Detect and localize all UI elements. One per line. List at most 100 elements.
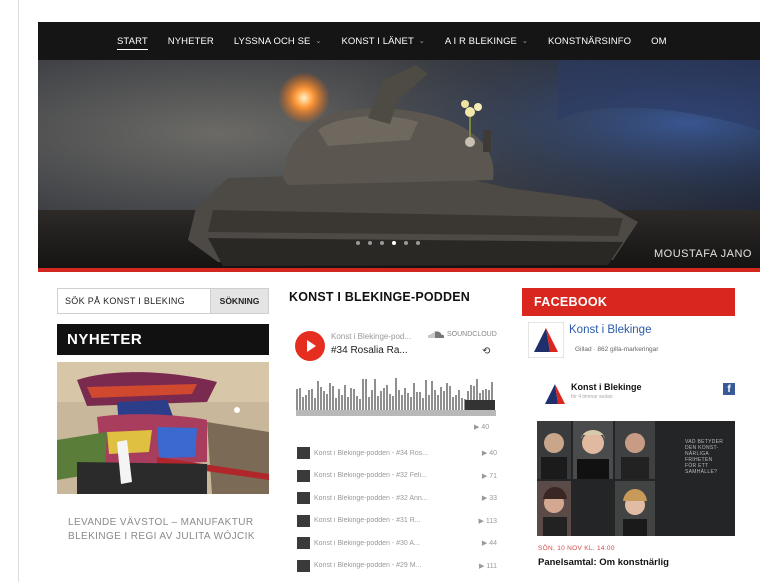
news-image[interactable] (57, 362, 269, 494)
facebook-page-card[interactable]: Konst i Blekinge Gillad · 862 gilla-mark… (528, 322, 735, 365)
news-caption[interactable]: LEVANDE VÄVSTOL – MANUFAKTUR BLEKINGE I … (68, 516, 268, 544)
track-row[interactable]: Konst i Blekinge-podden - #31 R... ▶ 113 (297, 510, 497, 533)
waveform-bar (422, 398, 424, 410)
waveform-time-marker (465, 400, 495, 410)
nav-om-label: OM (651, 35, 667, 47)
track-row[interactable]: Konst i Blekinge-podden - #32 Feli... ▶ 7… (297, 465, 497, 488)
nav-nyheter[interactable]: NYHETER (168, 36, 214, 47)
chevron-down-icon: ⌄ (522, 38, 528, 45)
podcast-heading: KONST I BLEKINGE-PODDEN (289, 290, 470, 304)
nav-konstnarsinfo[interactable]: KONSTNÄRSINFO (548, 36, 631, 47)
waveform-bar (374, 379, 376, 410)
panel-text: VAD BETYDER DEN KONST- NÄRLIGA FRIHETEN … (685, 439, 724, 475)
nav-lyssna-och-se-label: LYSSNA OCH SE (233, 35, 311, 47)
waveform-bar (311, 389, 313, 410)
chevron-down-icon: ⌄ (418, 38, 425, 45)
soundcloud-label: SOUNDCLOUD (447, 331, 497, 338)
event-date: SÖN, 10 NOV KL. 14:00 (538, 545, 615, 552)
nav-konst-i-lanet-label: KONST I LÄNET (341, 35, 414, 47)
track-row[interactable]: Konst i Blekinge-podden - #29 M... ▶ 111 (297, 555, 497, 578)
waveform-bar (350, 388, 352, 410)
weaving-photo (57, 362, 269, 494)
slide-dot-active[interactable] (392, 241, 396, 245)
nav-start-label: START (117, 36, 148, 47)
waveform-bar (362, 379, 364, 410)
track-row[interactable]: Konst i Blekinge-podden - #30 A... ▶ 44 (297, 532, 497, 555)
repost-icon[interactable]: ⟲ (482, 346, 490, 357)
play-button[interactable] (295, 331, 325, 361)
track-list: Konst i Blekinge-podden - #34 Ros... ▶ 40… (297, 442, 497, 577)
waveform-bar (452, 397, 454, 410)
slide-dot[interactable] (404, 241, 408, 245)
track-thumbnail (297, 514, 310, 527)
waveform-bar (353, 389, 355, 410)
waveform-bar (302, 397, 304, 410)
track-name: Konst i Blekinge-podden - #32 Feli... (314, 472, 427, 480)
post-avatar-logo (545, 384, 565, 404)
track-plays: ▶ 113 (478, 517, 498, 525)
track-plays: ▶ 111 (479, 562, 497, 570)
waveform-bar (359, 399, 361, 410)
nav-air-blekinge-label: A I R BLEKINGE (444, 35, 517, 47)
waveform-bar (395, 378, 397, 410)
facebook-liked-count: Gillad · 862 gilla-markeringar (575, 346, 659, 353)
waveform-bar (326, 394, 328, 410)
soundcloud-icon (428, 331, 444, 338)
waveform-bar (425, 380, 427, 410)
waveform-bar (380, 391, 382, 410)
waveform-bar (434, 390, 436, 410)
facebook-heading: FACEBOOK (522, 288, 735, 316)
waveform-bar (416, 392, 418, 410)
waveform-bar (308, 390, 310, 410)
slide-dot[interactable] (380, 241, 384, 245)
event-title[interactable]: Panelsamtal: Om konstnärlig (538, 557, 669, 568)
soundcloud-logo[interactable]: SOUNDCLOUD (428, 331, 497, 338)
waveform-bar (317, 381, 319, 410)
waveform-bar (344, 385, 346, 410)
waveform-bar (431, 381, 433, 410)
player-track-title[interactable]: #34 Rosalia Ra... (331, 345, 408, 356)
post-author[interactable]: Konst i Blekinge (571, 382, 642, 392)
hero-image (38, 60, 760, 270)
chevron-down-icon: ⌄ (315, 38, 322, 45)
waveform-bar (455, 395, 457, 410)
waveform-bar (410, 397, 412, 410)
waveform-bar (365, 379, 367, 410)
nav-konstnarsinfo-label: KONSTNÄRSINFO (547, 35, 632, 47)
waveform-bar (338, 389, 340, 410)
konst-i-blekinge-logo (528, 322, 564, 358)
nav-konst-i-lanet[interactable]: KONST I LÄNET ⌄ (341, 36, 424, 47)
waveform-bar (419, 392, 421, 410)
track-plays: ▶ 71 (481, 472, 497, 480)
track-thumbnail (297, 537, 310, 550)
panel-event-image[interactable]: VAD BETYDER DEN KONST- NÄRLIGA FRIHETEN … (537, 421, 735, 536)
waveform-bar (461, 398, 463, 410)
waveform-bar (449, 386, 451, 410)
page: START NYHETER LYSSNA OCH SE ⌄ KONST I LÄN… (0, 0, 764, 582)
waveform-bar (356, 396, 358, 410)
slide-dot[interactable] (368, 241, 372, 245)
nav-start[interactable]: START (117, 36, 148, 50)
slide-dot[interactable] (416, 241, 420, 245)
page-border (18, 0, 19, 582)
facebook-page-name[interactable]: Konst i Blekinge (569, 324, 651, 336)
waveform-bar (404, 388, 406, 410)
track-thumbnail (297, 492, 310, 505)
search-form: SÖKNING (57, 288, 269, 314)
player-user[interactable]: Konst i Blekinge-pod... (331, 332, 411, 341)
search-button[interactable]: SÖKNING (210, 289, 268, 313)
track-name: Konst i Blekinge-podden - #32 Ann... (314, 494, 428, 502)
search-input[interactable] (58, 296, 210, 306)
nav-om[interactable]: OM (651, 36, 667, 47)
nav-lyssna-och-se[interactable]: LYSSNA OCH SE ⌄ (234, 36, 322, 47)
facebook-icon[interactable]: f (723, 383, 735, 395)
track-row[interactable]: Konst i Blekinge-podden - #32 Ann... ▶ 33 (297, 487, 497, 510)
slide-dot[interactable] (356, 241, 360, 245)
hero-slider[interactable]: MOUSTAFA JANO (38, 60, 760, 270)
waveform-bar (401, 395, 403, 410)
nav-air-blekinge[interactable]: A I R BLEKINGE ⌄ (445, 36, 528, 47)
waveform-bar (368, 397, 370, 410)
waveform-bar (446, 383, 448, 410)
post-time: för 4 timmar sedan (571, 394, 613, 400)
track-row[interactable]: Konst i Blekinge-podden - #34 Ros... ▶ 40 (297, 442, 497, 465)
